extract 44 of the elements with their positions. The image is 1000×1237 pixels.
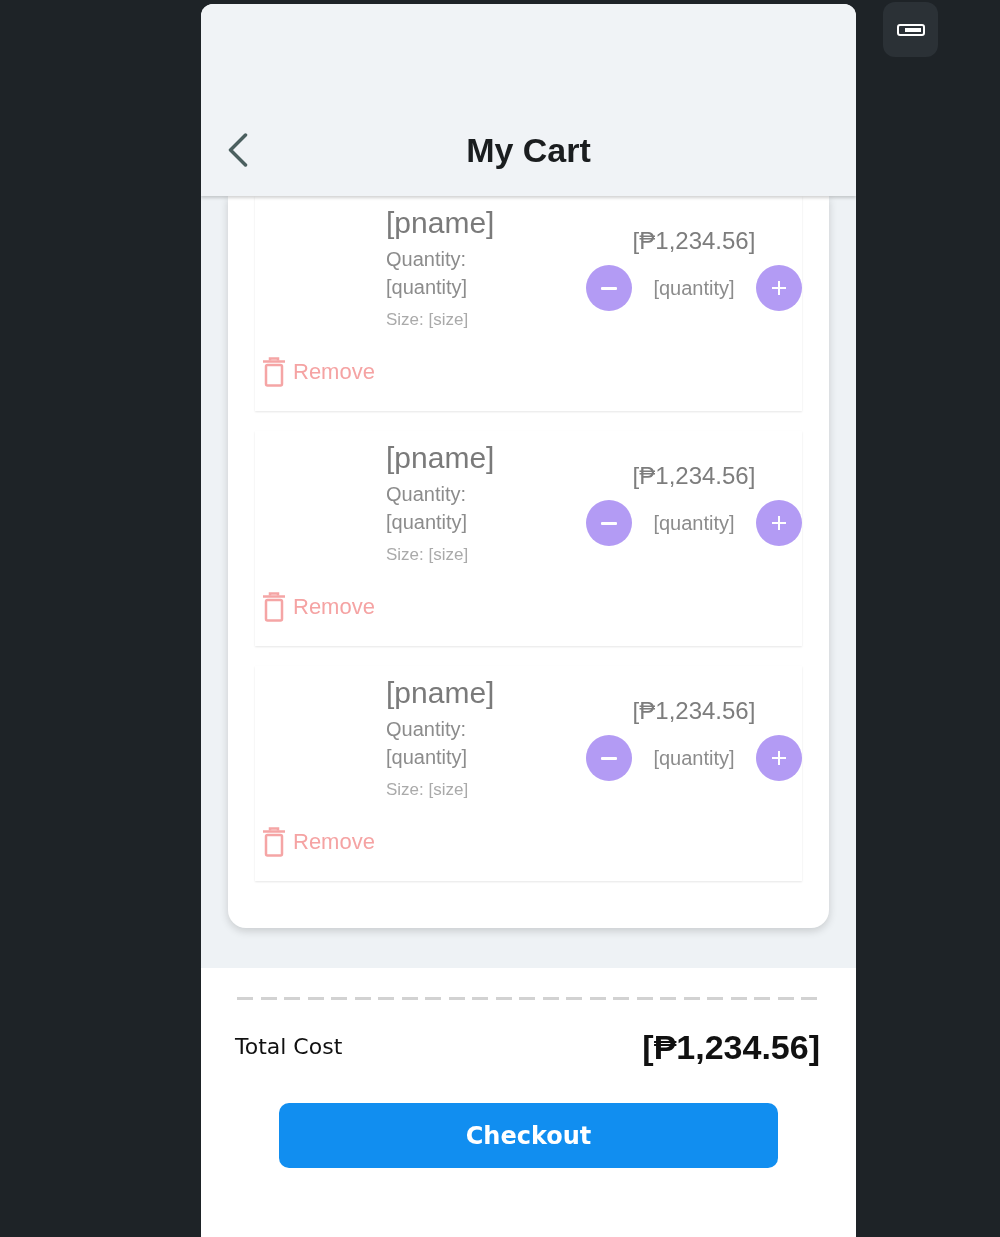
decrease-button[interactable] xyxy=(586,265,632,311)
minus-icon xyxy=(601,756,617,760)
decrease-button[interactable] xyxy=(586,735,632,781)
display-toggle-button[interactable] xyxy=(883,2,938,57)
size-text: Size: [size] xyxy=(386,779,470,801)
total-label: Total Cost xyxy=(235,1033,343,1061)
size-text: Size: [size] xyxy=(386,309,470,331)
stepper-quantity: [quantity] xyxy=(653,276,735,301)
stepper-quantity: [quantity] xyxy=(653,746,735,771)
page-title: My Cart xyxy=(466,130,591,170)
increase-button[interactable] xyxy=(756,500,802,546)
trash-icon xyxy=(263,357,285,387)
quantity-value: [quantity] xyxy=(386,510,469,535)
remove-button[interactable]: Remove xyxy=(263,592,375,622)
trash-icon xyxy=(263,827,285,857)
plus-icon xyxy=(772,751,786,765)
back-button[interactable] xyxy=(228,133,248,167)
product-name: [pname] xyxy=(386,440,495,476)
quantity-value: [quantity] xyxy=(386,275,469,300)
item-price: [₱1,234.56] xyxy=(632,226,756,256)
trash-icon xyxy=(263,592,285,622)
chevron-left-icon xyxy=(228,133,248,167)
plus-icon xyxy=(772,281,786,295)
minus-icon xyxy=(601,286,617,290)
quantity-label: Quantity: xyxy=(386,247,468,272)
product-name: [pname] xyxy=(386,205,495,241)
checkout-button[interactable]: Checkout xyxy=(279,1103,778,1168)
quantity-value: [quantity] xyxy=(386,745,469,770)
stepper-quantity: [quantity] xyxy=(653,511,735,536)
rectangle-icon xyxy=(896,23,925,36)
item-price: [₱1,234.56] xyxy=(632,696,756,726)
quantity-label: Quantity: xyxy=(386,482,468,507)
product-name: [pname] xyxy=(386,675,495,711)
quantity-label: Quantity: xyxy=(386,717,468,742)
decrease-button[interactable] xyxy=(586,500,632,546)
increase-button[interactable] xyxy=(756,265,802,311)
plus-icon xyxy=(772,516,786,530)
increase-button[interactable] xyxy=(756,735,802,781)
remove-button[interactable]: Remove xyxy=(263,357,375,387)
size-text: Size: [size] xyxy=(386,544,470,566)
item-price: [₱1,234.56] xyxy=(632,461,756,491)
remove-button[interactable]: Remove xyxy=(263,827,375,857)
minus-icon xyxy=(601,521,617,525)
total-amount: [₱1,234.56] xyxy=(642,1027,820,1067)
